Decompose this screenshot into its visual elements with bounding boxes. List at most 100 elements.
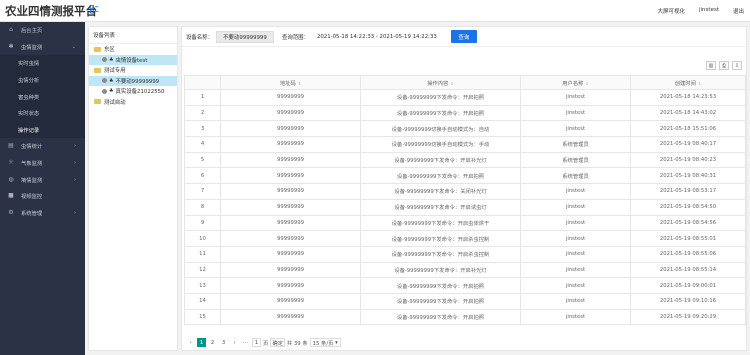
table-row[interactable]: 5 99999999 设备-99999999下发命令：开启补光灯 系统管理员 2021-… (184, 151, 746, 169)
cell-address: 99999999 (220, 308, 361, 326)
table-row[interactable]: 13 99999999 设备-99999999下发命令：开启拍照 jinstest 20… (184, 277, 746, 294)
app-title: 农业四情测报平台 (5, 4, 97, 18)
col-header-content[interactable]: 操作内容 ⇕ (360, 75, 521, 90)
table-row[interactable]: 9 99999999 设备-99999999下发命令：开启虫体烘干 jinstest 2… (184, 214, 746, 232)
cell-user: jinstest (520, 308, 631, 326)
cell-index: 13 (184, 277, 221, 294)
sidebar-item-stats[interactable]: ▤ 虫情统计 › (0, 138, 85, 155)
folder-icon (94, 99, 101, 105)
page-button-1[interactable]: 1 (197, 338, 206, 347)
col-header-time[interactable]: 创建时间 ⇕ (630, 75, 746, 90)
cell-user: jinstest (520, 230, 631, 247)
gear-icon: ⚙ (8, 208, 14, 216)
oplog-table: 地址码 ⇕ 操作内容 ⇕ 用户名称 ⇕ 创建时间 ⇕ 1 99999999 设备-99999… (184, 75, 746, 326)
table-row[interactable]: 1 99999999 设备-99999999下发命令：开启拍照 jinstest 202… (184, 89, 746, 106)
sidebar-item-weather[interactable]: ☼ 气象监测 › (0, 155, 85, 172)
cell-content: 设备-99999999下发命令：开启拍照 (360, 308, 521, 326)
table-row[interactable]: 2 99999999 设备-99999999下发命令：开启拍照 jinstest 202… (184, 104, 746, 122)
cell-time: 2021-05-19 08:55:14 (630, 261, 746, 279)
sidebar-item-label: 气象监测 (21, 161, 43, 168)
table-row[interactable]: 6 99999999 设备-99999999下发命令：开启拍照 系统管理员 2021-0… (184, 167, 746, 185)
sidebar-sub-realtime[interactable]: 实时虫情 (0, 55, 85, 72)
table-row[interactable]: 12 99999999 设备-99999999下发命令：开启补光灯 jinstest 2… (184, 261, 746, 279)
page-button-3[interactable]: 3 (219, 338, 228, 347)
cell-address: 99999999 (220, 183, 361, 200)
top-bar: 农业四情测报平台 大屏可视化 jinstest 退出 (0, 0, 750, 22)
goto-page-input[interactable]: 1 (252, 338, 261, 347)
cell-time: 2021-05-19 09:00:01 (630, 277, 746, 294)
col-header-user[interactable]: 用户名称 ⇕ (520, 75, 631, 90)
device-name-label: 设备名称： (186, 34, 213, 41)
sidebar-item-pest-monitor[interactable]: ✱ 虫情监测 ⌄ (0, 39, 85, 56)
table-row[interactable]: 3 99999999 设备-99999999切换手自动模式为：自动 jinstest 2… (184, 120, 746, 138)
sidebar-sub-species[interactable]: 害虫种类 (0, 88, 85, 105)
folder-icon (94, 46, 101, 52)
sort-icon[interactable]: ⇕ (298, 81, 301, 86)
cell-user: 系统管理员 (520, 167, 631, 185)
cell-content: 设备-99999999下发命令：开启拍照 (360, 167, 521, 185)
sidebar-sub-label: 实时状态 (18, 111, 40, 118)
cell-index: 1 (184, 89, 221, 106)
prev-page-button[interactable]: ‹ (186, 338, 195, 347)
page-button-2[interactable]: 2 (208, 338, 217, 347)
sidebar-item-system[interactable]: ⚙ 系统管理 › (0, 205, 85, 222)
tree-folder[interactable]: 东区 (89, 44, 177, 55)
tree-device[interactable]: ♣ 不要动99999999 (89, 75, 177, 86)
cell-user: jinstest (520, 89, 631, 106)
tree-device[interactable]: ♣ 虫情设备test (89, 54, 177, 65)
table-row[interactable]: 10 99999999 设备-99999999下发命令：开启杀虫控制 jinstest… (184, 230, 746, 247)
col-header-label: 地址码 (279, 80, 296, 87)
cell-user: 系统管理员 (520, 136, 631, 153)
tree-folder[interactable]: 测试专用 (89, 65, 177, 76)
cell-time: 2021-05-19 08:54:56 (630, 214, 746, 232)
table-header-row: 地址码 ⇕ 操作内容 ⇕ 用户名称 ⇕ 创建时间 ⇕ (184, 75, 746, 90)
print-icon[interactable]: ⎙ (719, 61, 729, 70)
sidebar-sub-oplog[interactable]: 操作记录 (0, 121, 85, 139)
cell-time: 2021-05-19 08:40:17 (630, 136, 746, 153)
columns-icon[interactable]: ▥ (706, 61, 716, 70)
cell-index: 5 (184, 151, 221, 169)
table-row[interactable]: 7 99999999 设备-99999999下发命令：关闭补光灯 jinstest 20… (184, 183, 746, 200)
cell-time: 2021-05-19 08:40:31 (630, 167, 746, 185)
cell-address: 99999999 (220, 198, 361, 216)
page-size-select[interactable]: 15 条/页 ▾ (309, 338, 341, 347)
chevron-right-icon: › (74, 160, 76, 167)
folder-icon (94, 67, 101, 73)
pagination: ‹ 1 2 3 › ⋯ 1 页 确定 共 39 条 15 条/页 ▾ (186, 338, 341, 347)
device-icon: ♣ (109, 77, 114, 84)
goto-confirm-button[interactable]: 确定 (270, 338, 285, 347)
cell-user: jinstest (520, 277, 631, 294)
cell-index: 2 (184, 104, 221, 122)
sort-icon[interactable]: ⇕ (698, 81, 701, 86)
device-name-field[interactable]: 不要动99999999 (215, 30, 274, 43)
sidebar-sub-status[interactable]: 实时状态 (0, 104, 85, 122)
table-row[interactable]: 11 99999999 设备-99999999下发命令：开启杀虫控制 jinstest… (184, 245, 746, 263)
col-header-address[interactable]: 地址码 ⇕ (220, 75, 361, 90)
user-name-link[interactable]: jinstest (699, 7, 719, 15)
tree-node-label: 测试自动 (104, 99, 126, 106)
sidebar-item-home[interactable]: ⌂ 后台主页 (0, 22, 85, 39)
chevron-right-icon: › (74, 176, 76, 183)
sidebar-sub-analysis[interactable]: 虫情分析 (0, 71, 85, 89)
next-page-button[interactable]: › (230, 338, 239, 347)
table-row[interactable]: 8 99999999 设备-99999999下发命令：开启诱虫灯 jinstest 20… (184, 198, 746, 216)
sidebar-item-video[interactable]: ■ 视频监控 (0, 188, 85, 205)
menu-toggle-icon[interactable] (90, 5, 99, 14)
logout-link[interactable]: 退出 (733, 7, 744, 15)
sidebar-item-soil[interactable]: ◍ 墒情监测 › (0, 171, 85, 188)
big-screen-link[interactable]: 大屏可视化 (657, 7, 685, 15)
export-icon[interactable]: ⇩ (732, 61, 742, 70)
filter-bar: 设备名称： 不要动99999999 查询范围： 2021-05-18 14:22… (182, 27, 746, 47)
date-range-input[interactable]: 2021-05-18 14:22:33 - 2021-05-19 14:22:3… (317, 34, 437, 40)
table-row[interactable]: 15 99999999 设备-99999999下发命令：开启拍照 jinstest 20… (184, 308, 746, 326)
table-row[interactable]: 14 99999999 设备-99999999下发命令：开启拍照 jinstest 20… (184, 292, 746, 310)
cell-address: 99999999 (220, 151, 361, 169)
sort-icon[interactable]: ⇕ (585, 81, 588, 86)
tree-node-label: 真实设备21022550 (115, 89, 165, 96)
tree-folder[interactable]: 测试自动 (89, 97, 177, 108)
cell-user: jinstest (520, 104, 631, 122)
tree-device[interactable]: ♣ 真实设备21022550 (89, 86, 177, 97)
query-button[interactable]: 查询 (450, 30, 477, 43)
table-row[interactable]: 4 99999999 设备-99999999切换手自动模式为：手动 系统管理员 2021… (184, 136, 746, 153)
sort-icon[interactable]: ⇕ (450, 81, 453, 86)
